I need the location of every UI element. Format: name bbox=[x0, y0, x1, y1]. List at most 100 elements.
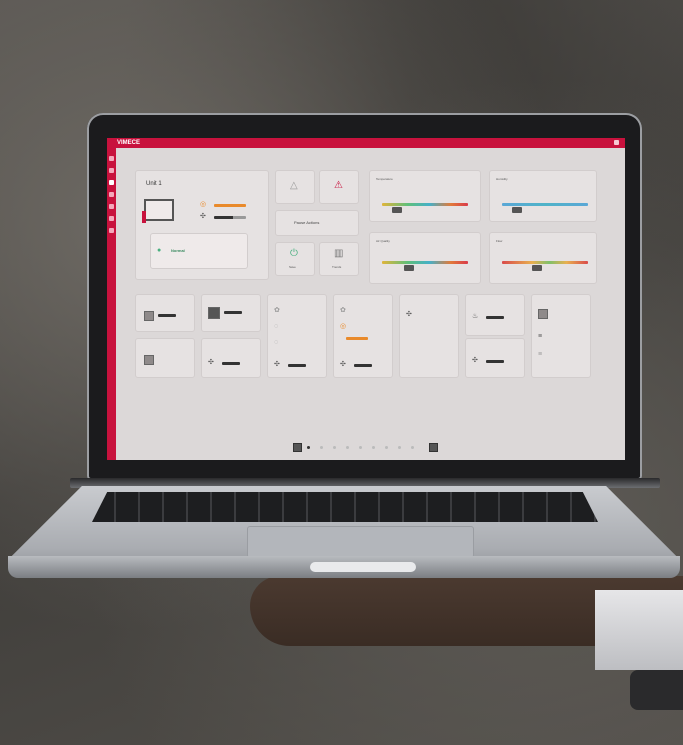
gauge-marker bbox=[392, 207, 402, 213]
trackpad bbox=[247, 526, 474, 558]
next-page-button[interactable] bbox=[429, 443, 438, 452]
check-icon: ● bbox=[157, 247, 162, 254]
gauge-card: Flow bbox=[489, 232, 597, 284]
sidebar-item[interactable] bbox=[109, 156, 114, 161]
tile-icon bbox=[144, 311, 154, 321]
pager-dot[interactable] bbox=[411, 446, 414, 449]
thermometer-icon: ♨ bbox=[472, 313, 479, 320]
tile[interactable]: ✿ ◎ ✣ bbox=[333, 294, 393, 378]
unit-title: Unit 1 bbox=[146, 181, 162, 187]
sidebar bbox=[107, 148, 116, 460]
gauge-marker bbox=[512, 207, 522, 213]
chart-icon: ▥ bbox=[334, 248, 344, 259]
trends-button[interactable]: ▥ Trends bbox=[319, 242, 359, 276]
sidebar-item[interactable] bbox=[109, 204, 114, 209]
unit-indicator bbox=[142, 211, 146, 223]
tile-bar bbox=[224, 311, 242, 314]
pager-dot[interactable] bbox=[307, 446, 310, 449]
gauge-bar bbox=[502, 203, 588, 206]
fan-icon: ✣ bbox=[200, 213, 206, 220]
tile[interactable]: ✣ bbox=[201, 338, 261, 378]
gauge-title: Flow bbox=[496, 239, 503, 243]
tile-bar bbox=[222, 362, 240, 365]
settings-icon: ◌ bbox=[274, 339, 279, 346]
tile-bar bbox=[354, 364, 372, 367]
unit-card: Unit 1 ◎ ✣ ● Normal bbox=[135, 170, 269, 280]
power-icon: ⏻ bbox=[290, 248, 298, 259]
fan-icon: ✣ bbox=[208, 359, 214, 366]
gauge-marker bbox=[532, 265, 542, 271]
gauge-card: Air Quality bbox=[369, 232, 481, 284]
status-panel: ● Normal bbox=[150, 233, 248, 269]
gauge-bar bbox=[382, 261, 468, 264]
laptop-notch bbox=[310, 562, 416, 572]
sidebar-item[interactable] bbox=[109, 192, 114, 197]
sidebar-item[interactable] bbox=[109, 168, 114, 173]
sidebar-item[interactable] bbox=[109, 216, 114, 221]
tile-icon bbox=[144, 355, 154, 365]
prev-page-button[interactable] bbox=[293, 443, 302, 452]
tile[interactable]: ♨ bbox=[465, 294, 525, 336]
fan-icon: ✣ bbox=[340, 361, 346, 368]
alarm-icon: ⚠ bbox=[334, 180, 343, 191]
fan-icon: ✣ bbox=[472, 357, 478, 364]
tile-icon bbox=[208, 307, 220, 319]
tile-bar bbox=[288, 364, 306, 367]
heater-level-bar bbox=[214, 204, 246, 207]
pause-actions-button[interactable]: Pause Actions bbox=[275, 210, 359, 236]
tile[interactable] bbox=[201, 294, 261, 332]
brand-logo: VIMECE bbox=[117, 140, 141, 146]
heater-icon: ◎ bbox=[340, 323, 347, 330]
tile[interactable] bbox=[135, 294, 195, 332]
settings-icon: ✿ bbox=[340, 307, 346, 314]
tile[interactable]: ✣ bbox=[399, 294, 459, 378]
fan-icon: ✣ bbox=[274, 361, 280, 368]
pause-actions-label: Pause Actions bbox=[294, 220, 320, 225]
gauge-marker bbox=[404, 265, 414, 271]
gauge-title: Air Quality bbox=[376, 239, 390, 243]
trends-label: Trends bbox=[332, 265, 342, 269]
keyboard bbox=[92, 492, 598, 522]
save-label: Save bbox=[289, 265, 296, 269]
pager-dot[interactable] bbox=[398, 446, 401, 449]
settings-icon: ≡ bbox=[538, 333, 543, 340]
gauge-title: Humidity bbox=[496, 177, 508, 181]
fan-icon: ✣ bbox=[406, 311, 412, 318]
tile-bar bbox=[158, 314, 176, 317]
tile[interactable] bbox=[135, 338, 195, 378]
pager-dot[interactable] bbox=[346, 446, 349, 449]
shirt-cuff bbox=[595, 590, 683, 670]
top-bar: VIMECE bbox=[107, 138, 625, 148]
tile[interactable]: ✣ bbox=[465, 338, 525, 378]
tile-bar bbox=[486, 316, 504, 319]
unit-diagram bbox=[144, 199, 174, 221]
warning-icon: △ bbox=[290, 180, 298, 191]
sidebar-item[interactable] bbox=[109, 180, 114, 185]
tile-bar bbox=[486, 360, 504, 363]
tile-icon bbox=[538, 309, 548, 319]
settings-icon: ✿ bbox=[274, 307, 280, 314]
sidebar-item[interactable] bbox=[109, 228, 114, 233]
pager-dot[interactable] bbox=[359, 446, 362, 449]
pager-dot[interactable] bbox=[333, 446, 336, 449]
save-button[interactable]: ⏻ Save bbox=[275, 242, 315, 276]
pager-dot[interactable] bbox=[372, 446, 375, 449]
heater-icon: ◎ bbox=[200, 201, 207, 208]
gauge-bar bbox=[382, 203, 468, 206]
tile[interactable]: ≡ ≡ bbox=[531, 294, 591, 378]
gauge-bar bbox=[502, 261, 588, 264]
settings-icon: ◌ bbox=[274, 323, 279, 330]
status-text: Normal bbox=[171, 248, 185, 253]
gauge-card: Temperature bbox=[369, 170, 481, 222]
warning-tile[interactable]: △ bbox=[275, 170, 315, 204]
menu-icon[interactable] bbox=[614, 140, 619, 145]
gauge-title: Temperature bbox=[376, 177, 393, 181]
alarm-tile[interactable]: ⚠ bbox=[319, 170, 359, 204]
pager-dot[interactable] bbox=[385, 446, 388, 449]
pager-dot[interactable] bbox=[320, 446, 323, 449]
settings-icon: ≡ bbox=[538, 351, 543, 358]
tile[interactable]: ✿ ◌ ◌ ✣ bbox=[267, 294, 327, 378]
fan-level-bar bbox=[214, 216, 246, 219]
laptop-screen: VIMECE Unit 1 ◎ ✣ ● Normal △ ⚠ Pause Act… bbox=[107, 138, 625, 460]
gauge-card: Humidity bbox=[489, 170, 597, 222]
